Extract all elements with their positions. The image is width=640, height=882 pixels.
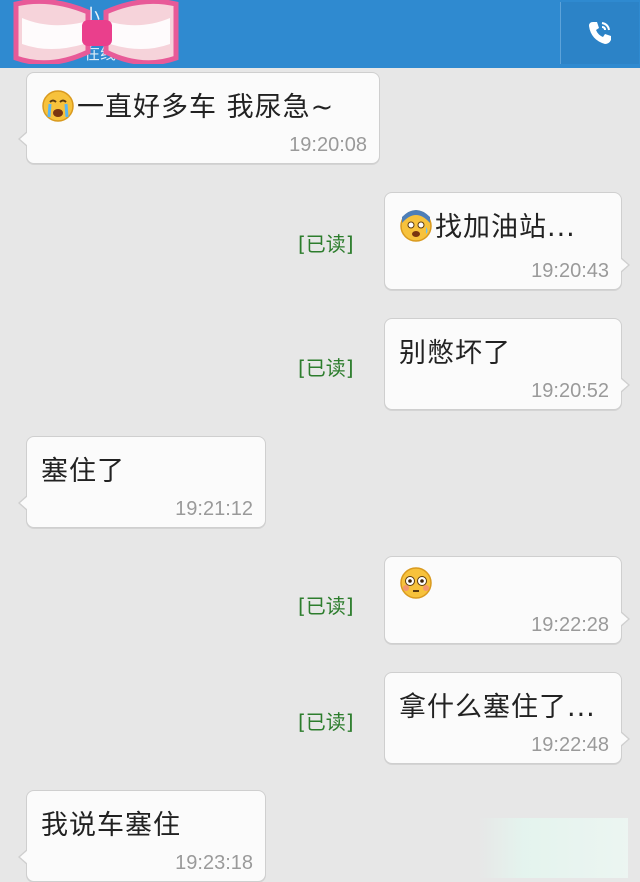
message-time: 19:22:48 xyxy=(531,734,609,756)
message-bubble[interactable]: 一直好多车 我尿急~ 19:20:08 xyxy=(18,72,380,164)
read-status: [已读] xyxy=(298,356,354,380)
message-text xyxy=(399,567,435,603)
message-text: 一直好多车 我尿急~ xyxy=(41,85,334,126)
message-bubble[interactable]: 19:22:28 xyxy=(384,556,630,644)
message-time: 19:20:52 xyxy=(531,380,609,402)
message-text: 别憋坏了 xyxy=(399,338,511,369)
message-time: 19:21:12 xyxy=(175,498,253,520)
crying-emoji xyxy=(42,89,74,122)
anxious-emoji xyxy=(400,209,432,242)
flushed-emoji xyxy=(400,567,432,599)
watermark-blur xyxy=(478,818,628,878)
voice-call-button[interactable] xyxy=(560,2,639,64)
chat-header: 小 在线 xyxy=(0,0,640,68)
message-text: 塞住了 xyxy=(41,456,125,487)
message-bubble[interactable]: 塞住了 19:21:12 xyxy=(18,436,266,528)
phone-icon xyxy=(589,22,611,44)
message-bubble[interactable]: 别憋坏了 19:20:52 xyxy=(384,318,630,410)
read-status: [已读] xyxy=(298,594,354,618)
message-bubble[interactable]: 找加油站... 19:20:43 xyxy=(384,192,630,290)
message-time: 19:20:08 xyxy=(289,134,367,156)
message-text: 拿什么塞住了... xyxy=(399,692,596,723)
message-bubble[interactable]: 拿什么塞住了... 19:22:48 xyxy=(384,672,630,764)
message-text: 我说车塞住 xyxy=(41,810,181,841)
message-text: 找加油站... xyxy=(399,205,576,246)
message-bubble[interactable]: 我说车塞住 19:23:18 xyxy=(18,790,266,882)
read-status: [已读] xyxy=(298,710,354,734)
read-status: [已读] xyxy=(298,232,354,256)
message-time: 19:23:18 xyxy=(175,852,253,874)
message-time: 19:22:28 xyxy=(531,614,609,636)
message-time: 19:20:43 xyxy=(531,260,609,282)
bow-sticker-icon xyxy=(13,0,179,64)
